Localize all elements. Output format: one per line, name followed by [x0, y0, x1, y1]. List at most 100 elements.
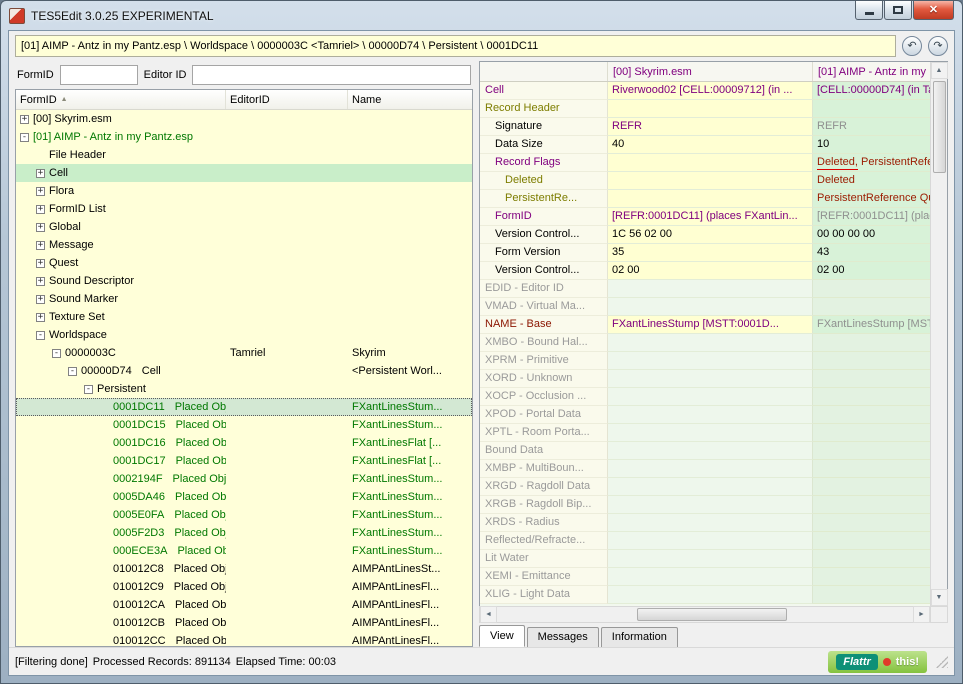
detail-value-plugin[interactable]: [813, 334, 930, 352]
collapse-icon[interactable]: -: [20, 132, 29, 142]
detail-row[interactable]: NAME - Base FXantLinesStump [MSTT:0001D..…: [480, 316, 930, 334]
detail-value-plugin[interactable]: [813, 442, 930, 460]
detail-value-plugin[interactable]: [813, 352, 930, 370]
detail-value-master[interactable]: [608, 298, 813, 316]
detail-value-plugin[interactable]: [813, 388, 930, 406]
column-header-editorid[interactable]: EditorID: [226, 90, 348, 109]
tree-row[interactable]: - Persistent: [16, 380, 472, 398]
detail-value-plugin[interactable]: 00 00 00 00: [813, 226, 930, 244]
expand-icon[interactable]: +: [36, 312, 45, 322]
tree-row[interactable]: 0005F2D3 Placed Object FXantLinesStum...: [16, 524, 472, 542]
detail-value-plugin[interactable]: [813, 550, 930, 568]
detail-value-plugin[interactable]: 43: [813, 244, 930, 262]
breadcrumb[interactable]: [15, 35, 896, 57]
tree-row[interactable]: 0005E0FA Placed Object FXantLinesStum...: [16, 506, 472, 524]
tree-row[interactable]: + Flora: [16, 182, 472, 200]
detail-row[interactable]: XRGB - Ragdoll Bip...: [480, 496, 930, 514]
tree-row[interactable]: -0000003C Tamriel Skyrim: [16, 344, 472, 362]
detail-row[interactable]: XPOD - Portal Data: [480, 406, 930, 424]
tree-row[interactable]: + Quest: [16, 254, 472, 272]
detail-value-master[interactable]: [608, 352, 813, 370]
titlebar[interactable]: TES5Edit 3.0.25 EXPERIMENTAL ✕: [1, 1, 962, 30]
detail-value-plugin[interactable]: [813, 100, 930, 118]
detail-value-master[interactable]: [608, 586, 813, 604]
flattr-widget[interactable]: Flattr this!: [828, 650, 927, 673]
tree-row[interactable]: 0002194F Placed Object FXantLinesStum...: [16, 470, 472, 488]
detail-row[interactable]: FormID [REFR:0001DC11] (places FXantLin..…: [480, 208, 930, 226]
tree-row[interactable]: 0001DC15 Placed Object FXantLinesStum...: [16, 416, 472, 434]
detail-value-plugin[interactable]: PersistentReference Qu...: [813, 190, 930, 208]
tree-row[interactable]: + [00] Skyrim.esm: [16, 110, 472, 128]
minimize-button[interactable]: [855, 1, 883, 20]
tree-row[interactable]: 000ECE3A Placed Object FXantLinesStum...: [16, 542, 472, 560]
detail-value-plugin[interactable]: [813, 298, 930, 316]
expand-icon[interactable]: +: [36, 186, 45, 196]
detail-value-master[interactable]: [608, 280, 813, 298]
detail-value-master[interactable]: Riverwood02 [CELL:00009712] (in ...: [608, 82, 813, 100]
tree-row[interactable]: + Texture Set: [16, 308, 472, 326]
vertical-scrollbar[interactable]: ▲ ▼: [930, 62, 948, 606]
tree-row[interactable]: -00000D74 Cell <Persistent Worl...: [16, 362, 472, 380]
detail-value-master[interactable]: REFR: [608, 118, 813, 136]
detail-value-master[interactable]: [608, 424, 813, 442]
detail-row[interactable]: Reflected/Refracte...: [480, 532, 930, 550]
detail-value-plugin[interactable]: [813, 478, 930, 496]
column-header-formid[interactable]: FormID ▲: [16, 90, 226, 109]
tree-row[interactable]: 0001DC11 Placed Object FXantLinesStum...: [16, 398, 472, 416]
detail-value-master[interactable]: 40: [608, 136, 813, 154]
detail-value-master[interactable]: 35: [608, 244, 813, 262]
maximize-button[interactable]: [884, 1, 912, 20]
detail-value-master[interactable]: FXantLinesStump [MSTT:0001D...: [608, 316, 813, 334]
tree-row[interactable]: 010012CA Placed Object AIMPAntLinesFl...: [16, 596, 472, 614]
detail-value-master[interactable]: [608, 154, 813, 172]
resize-grip[interactable]: [936, 655, 948, 668]
detail-value-plugin[interactable]: [REFR:0001DC11] (place...: [813, 208, 930, 226]
tree-row[interactable]: 0001DC16 Placed Object FXantLinesFlat [...: [16, 434, 472, 452]
expand-icon[interactable]: +: [36, 240, 45, 250]
detail-row[interactable]: XMBP - MultiBoun...: [480, 460, 930, 478]
detail-value-master[interactable]: [608, 496, 813, 514]
tree-row[interactable]: + Message: [16, 236, 472, 254]
detail-row[interactable]: Deleted Deleted: [480, 172, 930, 190]
detail-value-plugin[interactable]: REFR: [813, 118, 930, 136]
formid-input[interactable]: [59, 65, 138, 85]
detail-value-plugin[interactable]: [813, 514, 930, 532]
tree-row[interactable]: - Worldspace: [16, 326, 472, 344]
detail-value-master[interactable]: [608, 460, 813, 478]
detail-row[interactable]: XOCP - Occlusion ...: [480, 388, 930, 406]
detail-value-plugin[interactable]: FXantLinesStump [MST...: [813, 316, 930, 334]
tab-view[interactable]: View: [479, 625, 525, 647]
collapse-icon[interactable]: -: [52, 348, 61, 358]
detail-value-plugin[interactable]: [CELL:00000D74] (in Ta...: [813, 82, 930, 100]
tree-row[interactable]: 010012CC Placed Object AIMPAntLinesFl...: [16, 632, 472, 646]
grid-column-master-file[interactable]: [00] Skyrim.esm: [608, 62, 813, 81]
scroll-down-button[interactable]: ▼: [930, 589, 948, 606]
detail-row[interactable]: XRGD - Ragdoll Data: [480, 478, 930, 496]
detail-value-master[interactable]: [REFR:0001DC11] (places FXantLin...: [608, 208, 813, 226]
tree-row[interactable]: + Sound Descriptor: [16, 272, 472, 290]
detail-value-master[interactable]: [608, 532, 813, 550]
detail-value-plugin[interactable]: [813, 568, 930, 586]
tree-row[interactable]: 0005DA46 Placed Object FXantLinesStum...: [16, 488, 472, 506]
tab-information[interactable]: Information: [600, 627, 678, 648]
column-header-name[interactable]: Name: [348, 90, 472, 109]
collapse-icon[interactable]: -: [36, 330, 45, 340]
detail-row[interactable]: Cell Riverwood02 [CELL:00009712] (in ...[…: [480, 82, 930, 100]
detail-value-master[interactable]: [608, 550, 813, 568]
detail-value-master[interactable]: 1C 56 02 00: [608, 226, 813, 244]
expand-icon[interactable]: +: [36, 168, 45, 178]
close-button[interactable]: ✕: [913, 1, 954, 20]
detail-value-plugin[interactable]: [813, 424, 930, 442]
detail-value-master[interactable]: [608, 478, 813, 496]
collapse-icon[interactable]: -: [84, 384, 93, 394]
detail-value-plugin[interactable]: 02 00: [813, 262, 930, 280]
detail-row[interactable]: XEMI - Emittance: [480, 568, 930, 586]
grid-column-plugin-file[interactable]: [01] AIMP - Antz in my Par...: [813, 62, 930, 81]
scroll-left-button[interactable]: ◄: [480, 606, 497, 623]
detail-value-master[interactable]: [608, 568, 813, 586]
expand-icon[interactable]: +: [36, 258, 45, 268]
expand-icon[interactable]: +: [36, 294, 45, 304]
detail-row[interactable]: Lit Water: [480, 550, 930, 568]
tree-row[interactable]: 010012CB Placed Object AIMPAntLinesFl...: [16, 614, 472, 632]
horizontal-scroll-thumb[interactable]: [637, 608, 787, 621]
